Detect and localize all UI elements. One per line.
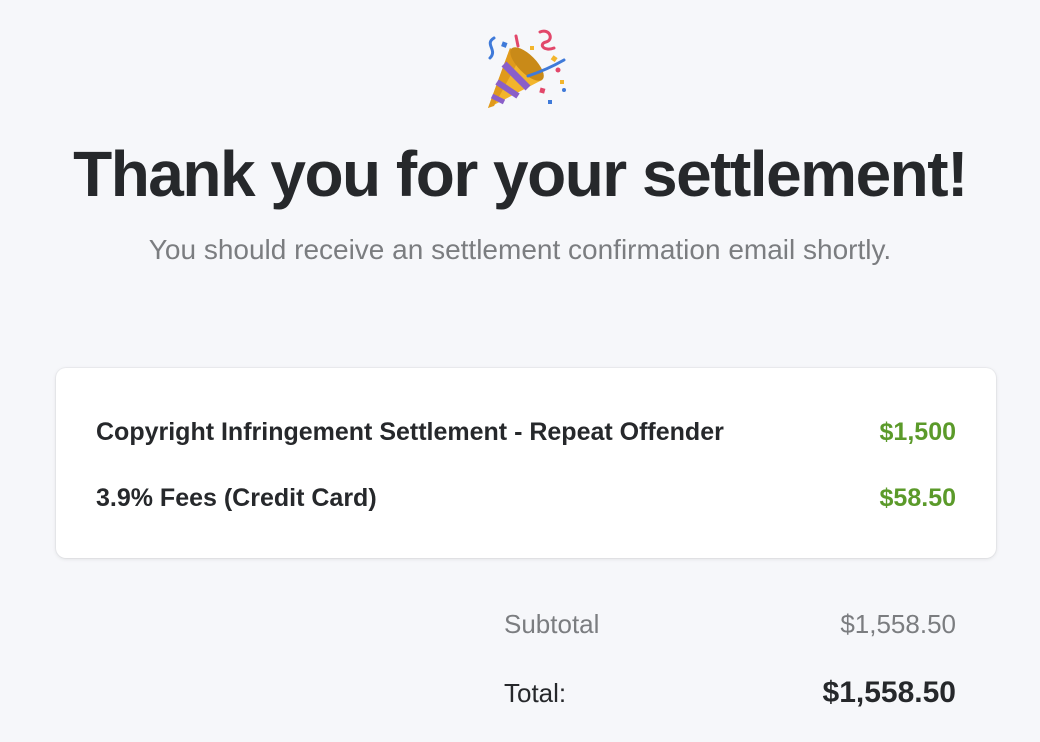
- line-item-name: 3.9% Fees (Credit Card): [96, 483, 377, 512]
- subtotal-label: Subtotal: [504, 608, 600, 639]
- line-item: 3.9% Fees (Credit Card) $58.50: [96, 480, 956, 516]
- order-summary-card: Copyright Infringement Settlement - Repe…: [56, 368, 996, 558]
- line-item-price: $58.50: [879, 483, 956, 512]
- line-item-name: Copyright Infringement Settlement - Repe…: [96, 417, 724, 446]
- page-subtitle: You should receive an settlement confirm…: [148, 234, 892, 265]
- line-item-price: $1,500: [879, 417, 956, 446]
- total-label: Total:: [504, 677, 567, 708]
- party-popper-icon: [480, 26, 570, 114]
- subtotal-row: Subtotal $1,558.50: [504, 606, 956, 642]
- total-value: $1,558.50: [822, 676, 956, 709]
- line-item: Copyright Infringement Settlement - Repe…: [96, 414, 956, 450]
- page-title: Thank you for your settlement!: [73, 138, 968, 210]
- subtotal-value: $1,558.50: [840, 608, 956, 639]
- total-row: Total: $1,558.50: [504, 672, 956, 714]
